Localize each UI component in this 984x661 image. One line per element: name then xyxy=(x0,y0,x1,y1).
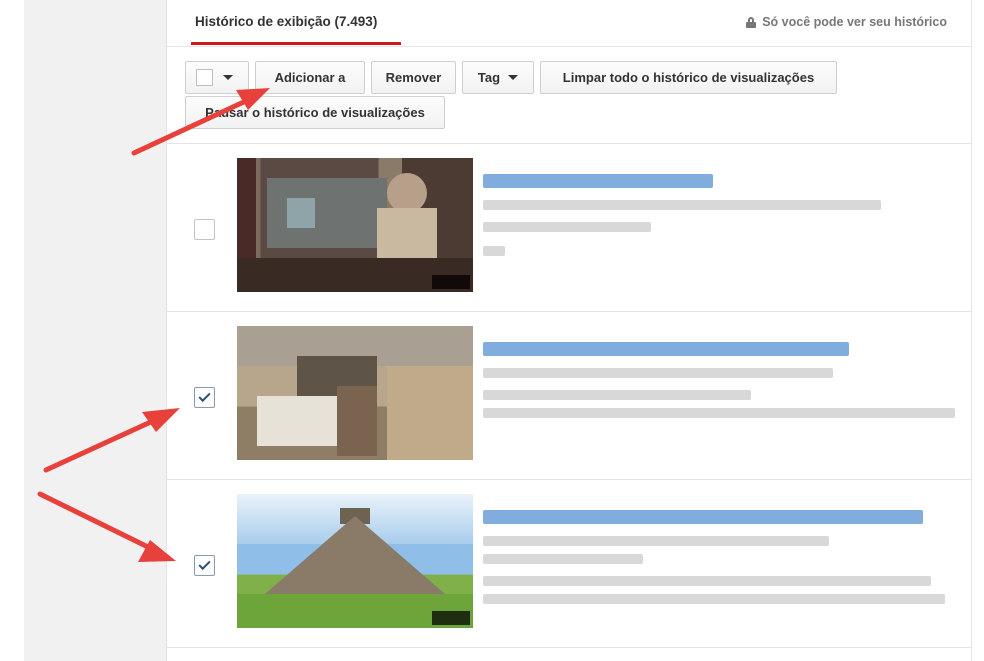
history-panel: Histórico de exibição (7.493) Só você po… xyxy=(166,0,972,661)
tag-label: Tag xyxy=(477,70,501,85)
video-meta xyxy=(483,554,643,564)
video-description xyxy=(483,390,751,400)
video-meta xyxy=(483,368,833,378)
history-item xyxy=(167,480,971,648)
history-item xyxy=(167,312,971,480)
video-meta xyxy=(483,536,829,546)
history-toolbar: Adicionar a Remover Tag Limpar todo o hi… xyxy=(167,47,971,144)
video-thumbnail[interactable] xyxy=(237,494,473,628)
video-checkbox[interactable] xyxy=(194,555,215,576)
select-all-dropdown[interactable] xyxy=(185,61,249,94)
video-thumbnail[interactable] xyxy=(237,158,473,292)
video-description xyxy=(483,408,955,418)
duration-badge xyxy=(432,275,470,289)
lock-icon xyxy=(746,16,757,28)
page-title[interactable]: Histórico de exibição (7.493) xyxy=(195,14,377,29)
privacy-note: Só você pode ver seu histórico xyxy=(746,15,947,29)
chevron-down-icon xyxy=(508,75,519,80)
duration-badge xyxy=(432,611,470,625)
video-title-link[interactable] xyxy=(483,342,849,356)
checkmark-icon xyxy=(198,389,211,403)
video-description xyxy=(483,222,651,232)
screenshot-root: Histórico de exibição (7.493) Só você po… xyxy=(0,0,984,661)
pause-history-button[interactable]: Pausar o histórico de visualizações xyxy=(185,96,445,129)
video-thumbnail[interactable] xyxy=(237,326,473,460)
tag-dropdown-button[interactable]: Tag xyxy=(462,61,534,94)
history-item xyxy=(167,144,971,312)
remove-button[interactable]: Remover xyxy=(371,61,456,94)
clear-history-button[interactable]: Limpar todo o histórico de visualizações xyxy=(540,61,837,94)
video-description xyxy=(483,576,931,586)
chevron-down-icon xyxy=(223,75,233,80)
video-description xyxy=(483,246,505,256)
left-gutter xyxy=(24,0,166,661)
video-meta xyxy=(483,200,881,210)
add-to-button[interactable]: Adicionar a xyxy=(255,61,365,94)
video-checkbox[interactable] xyxy=(194,219,215,240)
video-title-link[interactable] xyxy=(483,174,713,188)
video-checkbox[interactable] xyxy=(194,387,215,408)
checkmark-icon xyxy=(198,557,211,571)
video-description xyxy=(483,594,945,604)
privacy-note-text: Só você pode ver seu histórico xyxy=(762,15,947,29)
select-all-checkbox[interactable] xyxy=(196,69,213,86)
active-tab-underline xyxy=(191,42,401,45)
history-header: Histórico de exibição (7.493) Só você po… xyxy=(167,0,971,47)
video-title-link[interactable] xyxy=(483,510,923,524)
